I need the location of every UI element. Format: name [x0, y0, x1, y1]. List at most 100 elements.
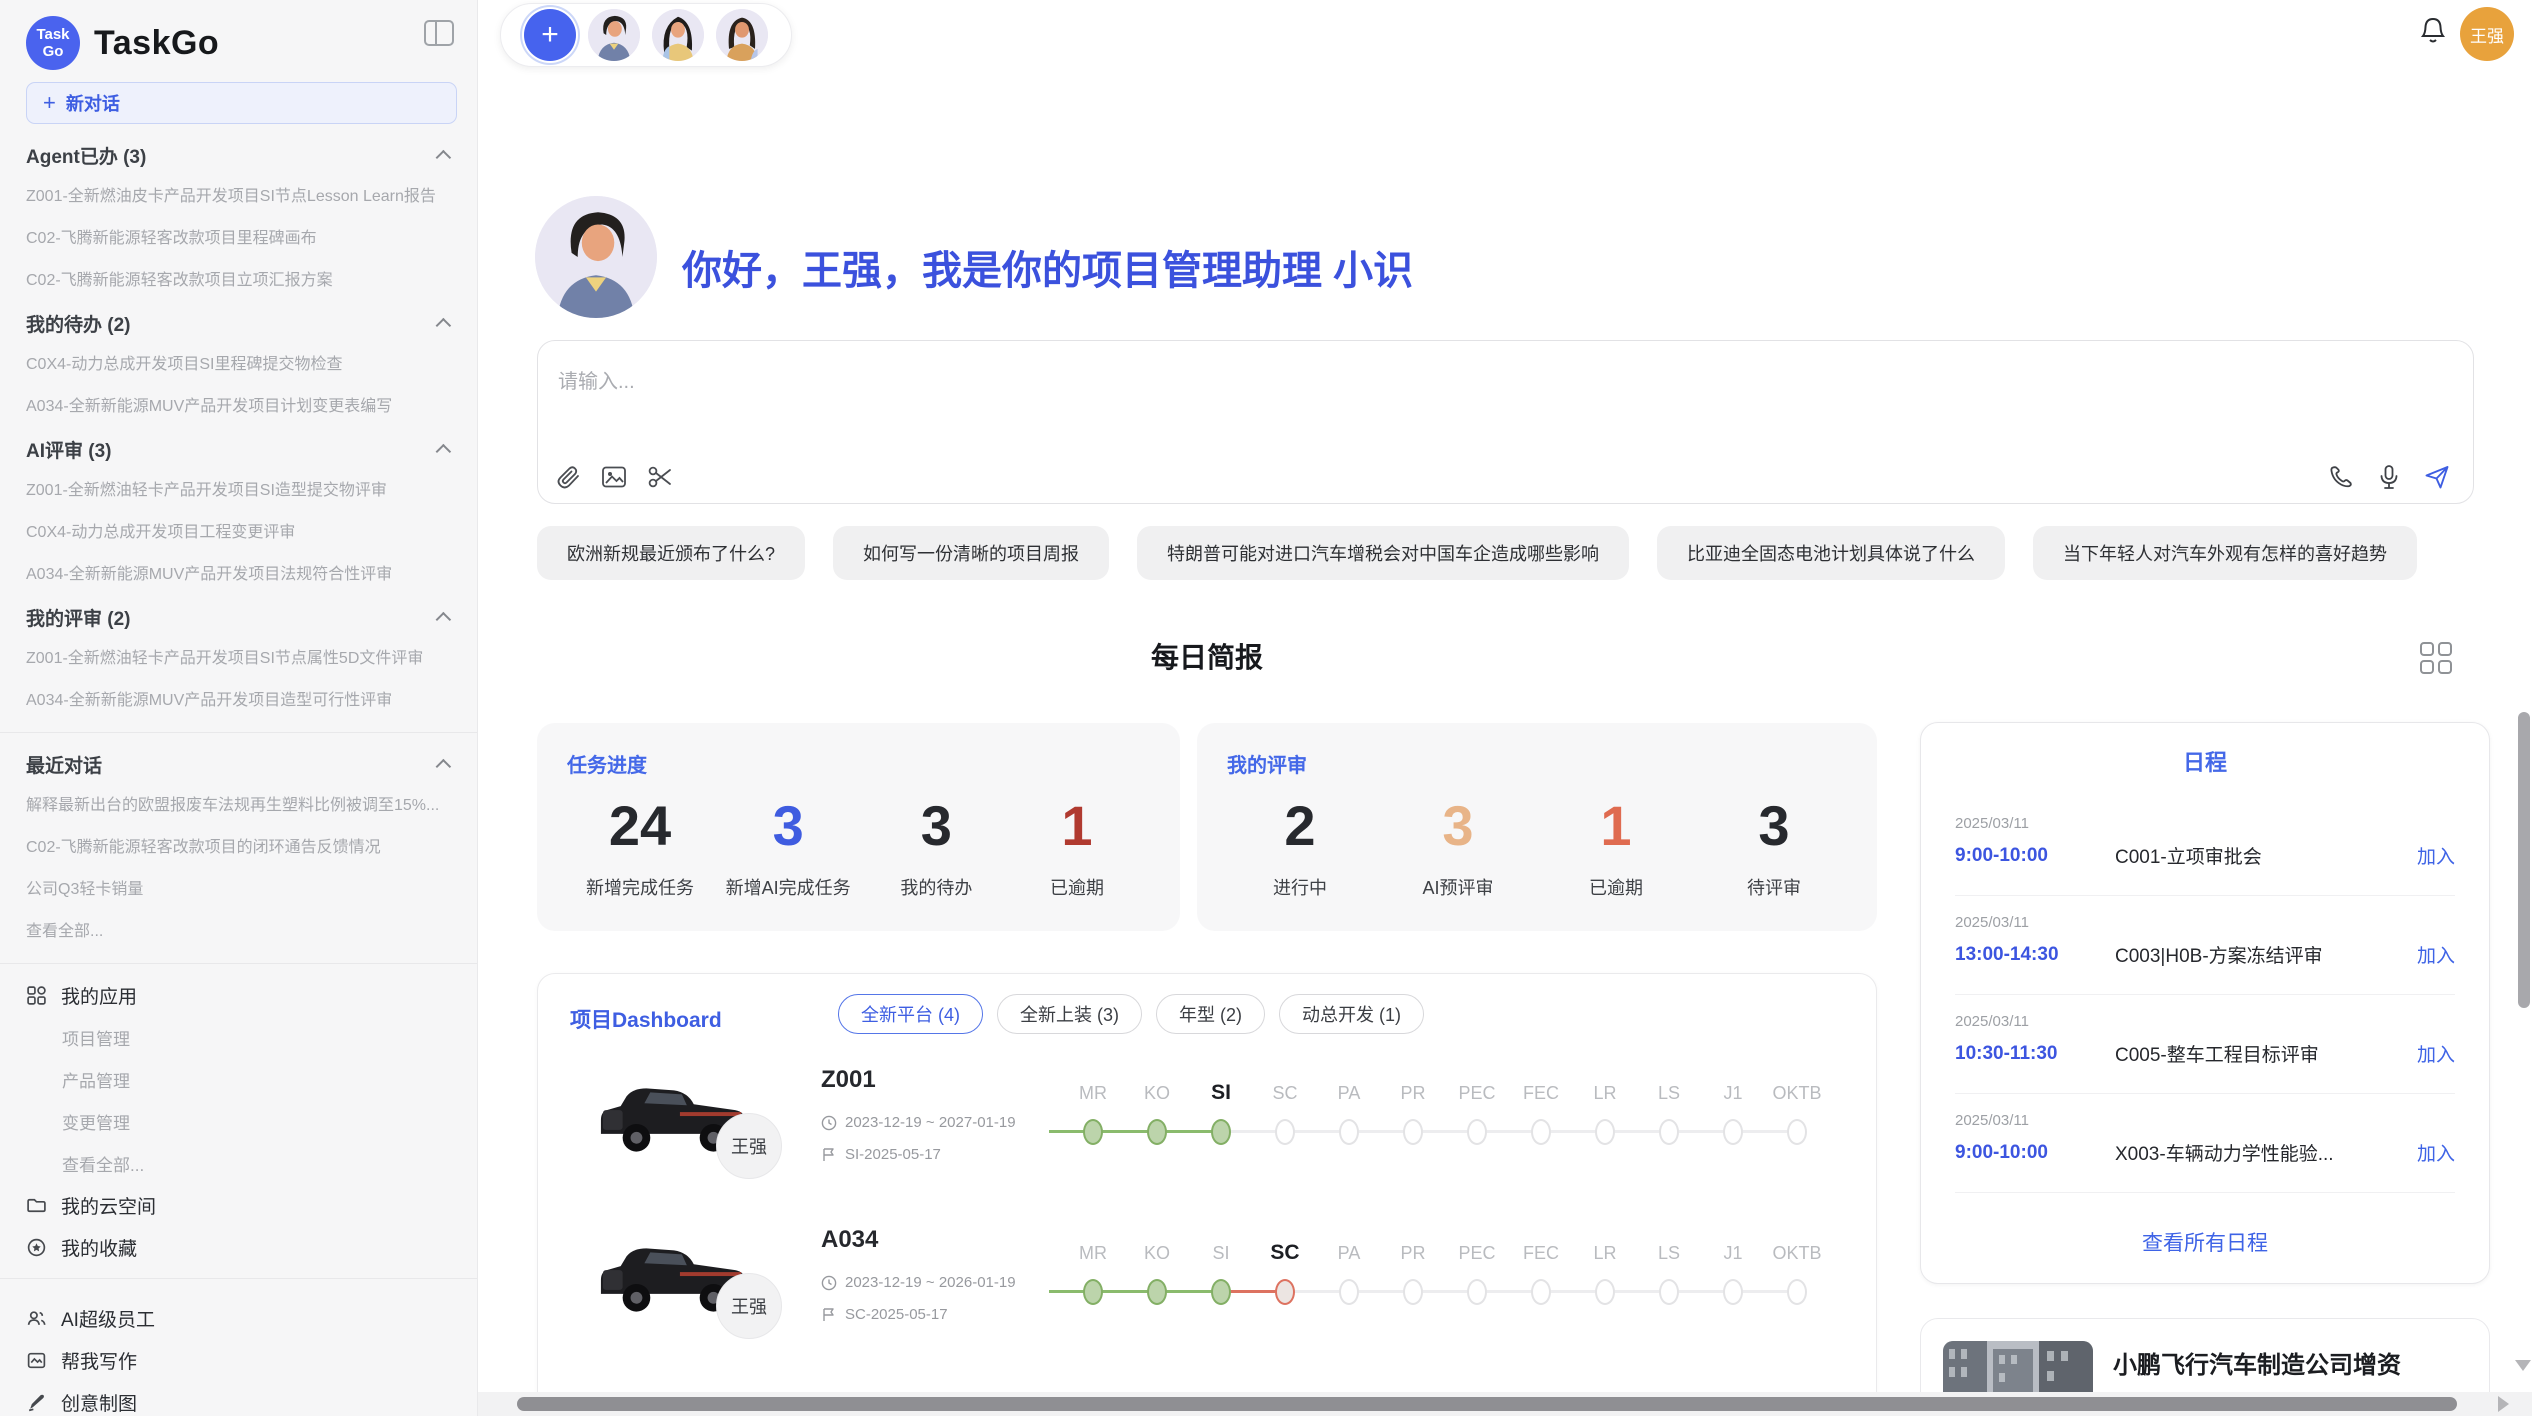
sidebar-collapse-button[interactable] [424, 20, 454, 46]
milestone-label: OKTB [1765, 1239, 1829, 1267]
agent-avatar-1[interactable] [588, 9, 640, 61]
sidebar-item[interactable]: Z001-全新燃油轻卡产品开发项目SI造型提交物评审 [26, 470, 457, 512]
event-join-link[interactable]: 加入 [2417, 1139, 2455, 1166]
agent-avatar-2[interactable] [652, 9, 704, 61]
dashboard-filter-tab[interactable]: 全新平台 (4) [838, 994, 983, 1034]
sidebar-item[interactable]: C02-飞腾新能源轻客改款项目的闭环通告反馈情况 [26, 827, 457, 869]
sidebar-item[interactable]: Z001-全新燃油皮卡产品开发项目SI节点Lesson Learn报告 [26, 176, 457, 218]
milestone-dot [1659, 1279, 1679, 1305]
project-row[interactable]: 王强 A034 2023-12-19 ~ 2026-01-19 SC-2025-… [538, 1226, 1878, 1386]
sidebar-section-header[interactable]: 我的评审 (2) [26, 596, 457, 638]
phone-call-icon[interactable] [2327, 463, 2355, 491]
sidebar-item[interactable]: 查看全部... [26, 911, 457, 953]
suggestion-chip[interactable]: 欧洲新规最近颁布了什么? [537, 526, 805, 580]
milestone-label: SC [1253, 1079, 1317, 1107]
sidebar-section: 我的评审 (2) Z001-全新燃油轻卡产品开发项目SI节点属性5D文件评审A0… [26, 596, 457, 722]
sidebar-item-help-me-write[interactable]: 帮我写作 [26, 1339, 457, 1381]
event-time: 9:00-10:00 [1955, 845, 2115, 867]
milestone-label: FEC [1509, 1239, 1573, 1267]
sidebar-item[interactable]: C02-飞腾新能源轻客改款项目立项汇报方案 [26, 260, 457, 302]
sidebar-item[interactable]: C0X4-动力总成开发项目工程变更评审 [26, 512, 457, 554]
sidebar-item-ai-super-staff[interactable]: AI超级员工 [26, 1297, 457, 1339]
sidebar-item-cloud-space[interactable]: 我的云空间 [26, 1184, 457, 1226]
milestone-label: PR [1381, 1079, 1445, 1107]
milestone: PR [1381, 1239, 1445, 1305]
stat-label: 新增完成任务 [585, 874, 695, 900]
event-join-link[interactable]: 加入 [2417, 842, 2455, 869]
sidebar-item[interactable]: Z001-全新燃油轻卡产品开发项目SI节点属性5D文件评审 [26, 638, 457, 680]
sidebar-section-header[interactable]: Agent已办 (3) [26, 134, 457, 176]
milestone-label: PR [1381, 1239, 1445, 1267]
event-time: 10:30-11:30 [1955, 1043, 2115, 1065]
stat-value: 3 [726, 794, 851, 858]
sidebar-item[interactable]: 公司Q3轻卡销量 [26, 869, 457, 911]
event-date: 2025/03/11 [1955, 914, 2455, 931]
suggestion-chip[interactable]: 当下年轻人对汽车外观有怎样的喜好趋势 [2033, 526, 2417, 580]
milestone: PEC [1445, 1079, 1509, 1145]
sidebar-app-item[interactable]: 变更管理 [26, 1100, 457, 1142]
suggestion-chip[interactable]: 特朗普可能对进口汽车增税会对中国车企造成哪些影响 [1137, 526, 1629, 580]
event-join-link[interactable]: 加入 [2417, 1040, 2455, 1067]
sidebar-item-creative-drawing[interactable]: 创意制图 [26, 1381, 457, 1416]
milestone-dot [1083, 1279, 1103, 1305]
milestone-dot [1595, 1119, 1615, 1145]
send-icon[interactable] [2423, 463, 2451, 491]
sidebar-item[interactable]: A034-全新新能源MUV产品开发项目造型可行性评审 [26, 680, 457, 722]
clock-icon [821, 1115, 837, 1131]
star-badge-icon [26, 1237, 47, 1258]
attachment-icon[interactable] [554, 463, 582, 491]
sidebar-item[interactable]: 解释最新出台的欧盟报废车法规再生塑料比例被调至15%... [26, 785, 457, 827]
user-avatar[interactable]: 王强 [2460, 7, 2514, 61]
sidebar-section-header[interactable]: 最近对话 [26, 743, 457, 785]
sidebar-section-header[interactable]: AI评审 (3) [26, 428, 457, 470]
milestone: J1 [1701, 1239, 1765, 1305]
scroll-down-arrow[interactable] [2515, 1360, 2531, 1371]
sidebar-item-my-apps[interactable]: 我的应用 [26, 974, 457, 1016]
scroll-right-arrow[interactable] [2498, 1396, 2509, 1412]
sidebar-section-title: Agent已办 (3) [26, 142, 146, 169]
milestone-label: PA [1317, 1239, 1381, 1267]
sidebar-app-item[interactable]: 项目管理 [26, 1016, 457, 1058]
sidebar-section-title: 我的待办 (2) [26, 310, 131, 337]
agent-avatar-3[interactable] [716, 9, 768, 61]
add-agent-button[interactable]: + [524, 9, 576, 61]
event-date: 2025/03/11 [1955, 815, 2455, 832]
milestone: PEC [1445, 1239, 1509, 1305]
suggestion-chip[interactable]: 比亚迪全固态电池计划具体说了什么 [1657, 526, 2005, 580]
stat-label: 已逾期 [1022, 874, 1132, 900]
scissors-icon[interactable] [646, 463, 674, 491]
layout-grid-icon[interactable] [2420, 642, 2454, 676]
people-icon [26, 1308, 47, 1329]
stat-value: 24 [585, 794, 695, 858]
my-review-card: 我的评审 2 进行中 3 AI预评审 1 已逾期 3 待评审 [1197, 723, 1877, 931]
dashboard-filter-tab[interactable]: 年型 (2) [1156, 994, 1265, 1034]
dashboard-filter-tab[interactable]: 全新上装 (3) [997, 994, 1142, 1034]
divider [0, 1278, 477, 1279]
agent-avatar-bar: + [500, 3, 792, 67]
horizontal-scrollbar-thumb[interactable] [517, 1397, 2457, 1411]
event-title: X003-车辆动力学性能验... [2115, 1139, 2417, 1166]
image-icon[interactable] [600, 463, 628, 491]
dashboard-filter-tab[interactable]: 动总开发 (1) [1279, 994, 1424, 1034]
view-all-schedule-link[interactable]: 查看所有日程 [1955, 1227, 2455, 1257]
chevron-up-icon [436, 611, 452, 627]
sidebar-app-item[interactable]: 产品管理 [26, 1058, 457, 1100]
sidebar-item[interactable]: C0X4-动力总成开发项目SI里程碑提交物检查 [26, 344, 457, 386]
microphone-icon[interactable] [2375, 463, 2403, 491]
sidebar-item[interactable]: C02-飞腾新能源轻客改款项目里程碑画布 [26, 218, 457, 260]
chat-input[interactable]: 请输入... [558, 365, 635, 394]
project-row[interactable]: 王强 Z001 2023-12-19 ~ 2027-01-19 SI-2025-… [538, 1066, 1878, 1226]
sidebar-item[interactable]: A034-全新新能源MUV产品开发项目计划变更表编写 [26, 386, 457, 428]
event-join-link[interactable]: 加入 [2417, 941, 2455, 968]
notification-bell-icon[interactable] [2418, 16, 2448, 48]
sidebar-item[interactable]: A034-全新新能源MUV产品开发项目法规符合性评审 [26, 554, 457, 596]
milestone: LS [1637, 1079, 1701, 1145]
sidebar-section-header[interactable]: 我的待办 (2) [26, 302, 457, 344]
suggestion-chip[interactable]: 如何写一份清晰的项目周报 [833, 526, 1109, 580]
sidebar-app-item[interactable]: 查看全部... [26, 1142, 457, 1184]
new-chat-button[interactable]: + 新对话 [26, 82, 457, 124]
apps-grid-icon [26, 985, 47, 1006]
sidebar-item-favorites[interactable]: 我的收藏 [26, 1226, 457, 1268]
vertical-scrollbar-thumb[interactable] [2518, 712, 2530, 1008]
stat: 3 我的待办 [881, 794, 991, 900]
